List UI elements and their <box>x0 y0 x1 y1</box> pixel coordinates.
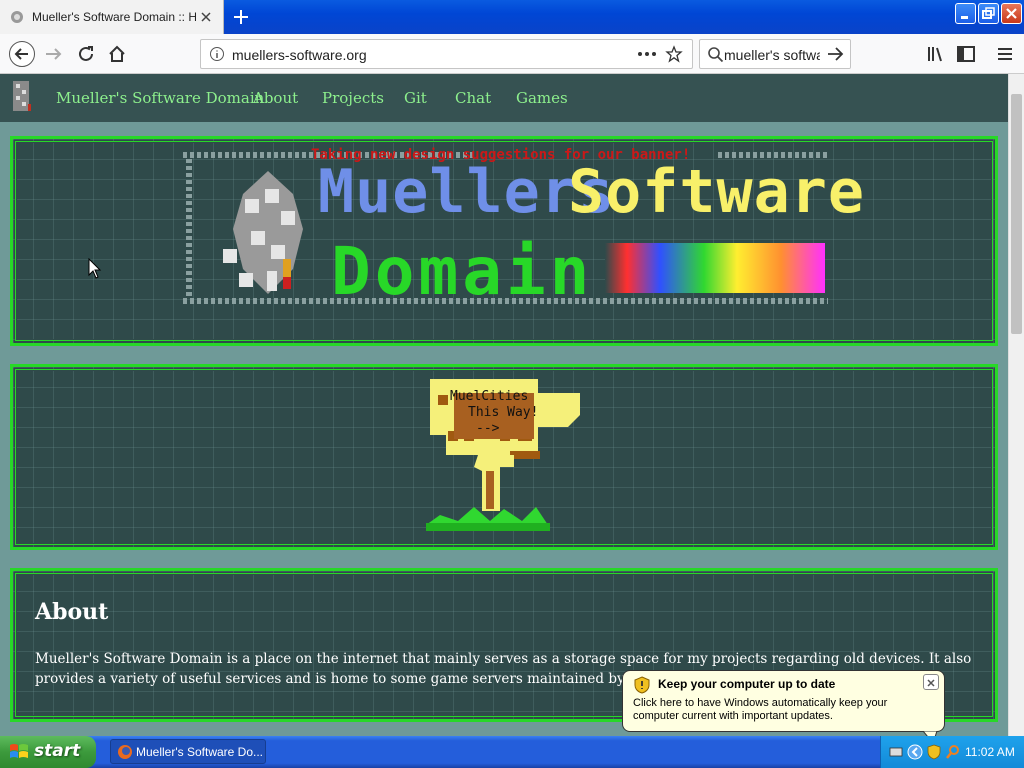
nav-git-link[interactable]: Git <box>404 89 427 107</box>
nav-games-link[interactable]: Games <box>516 89 568 107</box>
banner-word-domain: Domain <box>331 233 594 310</box>
firefox-icon <box>118 745 132 759</box>
search-go-icon[interactable] <box>826 46 844 62</box>
url-text: muellers-software.org <box>232 47 367 63</box>
browser-tab[interactable]: Mueller's Software Domain :: Home <box>0 0 224 34</box>
site-favicon-icon <box>11 11 23 23</box>
reload-icon[interactable] <box>74 42 98 66</box>
title-bar: Mueller's Software Domain :: Home <box>0 0 1024 34</box>
nav-chat-link[interactable]: Chat <box>455 89 491 107</box>
start-label: start <box>34 741 81 761</box>
sign-line-2: This Way! <box>468 405 539 420</box>
web-page: Mueller's Software Domain About Projects… <box>0 74 1008 736</box>
rainbow-strip <box>605 243 825 293</box>
system-tray: 11:02 AM <box>880 736 1024 768</box>
taskbar: start Mueller's Software Do... 11:02 AM <box>0 736 1024 768</box>
mouse-cursor-icon <box>88 258 102 279</box>
sign-line-3: --> <box>476 421 500 436</box>
page-actions-icon[interactable] <box>637 50 657 58</box>
banner-panel: Taking new design suggestions for our ba… <box>10 136 998 346</box>
forward-icon[interactable] <box>42 42 66 66</box>
page-scrollbar[interactable] <box>1008 74 1024 736</box>
nav-home-link[interactable]: Mueller's Software Domain <box>56 89 264 107</box>
close-icon <box>927 679 935 687</box>
security-alert-icon[interactable] <box>927 744 941 760</box>
banner-word-software: Software <box>568 157 865 227</box>
library-icon[interactable] <box>924 42 948 66</box>
tab-close-icon[interactable] <box>199 10 213 24</box>
url-bar[interactable]: muellers-software.org <box>200 39 693 69</box>
security-shield-icon <box>634 676 650 694</box>
restore-icon <box>982 7 995 19</box>
windows-logo-icon <box>10 744 28 758</box>
site-navigation: Mueller's Software Domain About Projects… <box>0 74 1008 122</box>
info-icon[interactable] <box>209 46 225 62</box>
back-icon[interactable] <box>8 40 36 68</box>
minimize-button[interactable] <box>955 3 976 24</box>
maximize-button[interactable] <box>978 3 999 24</box>
search-tray-icon[interactable] <box>945 744 961 760</box>
sign-line-1: MuelCities <box>450 389 529 404</box>
balloon-title: Keep your computer up to date <box>658 677 836 691</box>
scrollbar-thumb[interactable] <box>1011 94 1022 334</box>
clock: 11:02 AM <box>965 745 1015 759</box>
nav-projects-link[interactable]: Projects <box>322 89 384 107</box>
bookmark-star-icon[interactable] <box>665 45 683 63</box>
new-tab-icon[interactable] <box>230 6 252 28</box>
search-bar[interactable]: mueller's software <box>699 39 851 69</box>
nav-about-link[interactable]: About <box>253 89 298 107</box>
about-heading: About <box>35 599 109 625</box>
minimize-icon <box>961 16 968 19</box>
keyboard-icon[interactable] <box>889 745 903 759</box>
tab-title: Mueller's Software Domain :: Home <box>32 10 196 24</box>
update-notification-balloon[interactable]: Keep your computer up to date Click here… <box>622 670 945 743</box>
site-logo-icon[interactable] <box>6 78 36 116</box>
taskbar-item-label: Mueller's Software Do... <box>136 745 264 759</box>
home-icon[interactable] <box>105 42 129 66</box>
taskbar-firefox-item[interactable]: Mueller's Software Do... <box>110 739 266 764</box>
start-button[interactable]: start <box>0 736 96 768</box>
muelcities-panel[interactable]: MuelCities This Way! --> <box>10 364 998 550</box>
sidebar-icon[interactable] <box>954 42 978 66</box>
search-icon <box>708 47 724 63</box>
tray-expand-icon[interactable] <box>907 744 923 760</box>
close-icon <box>1006 8 1017 19</box>
balloon-close-button[interactable] <box>923 674 939 690</box>
close-window-button[interactable] <box>1001 3 1022 24</box>
menu-icon[interactable] <box>993 42 1017 66</box>
balloon-body[interactable]: Click here to have Windows automatically… <box>633 697 933 723</box>
content-band: Taking new design suggestions for our ba… <box>0 122 1008 736</box>
navigation-toolbar: muellers-software.org mueller's software <box>0 34 1024 74</box>
